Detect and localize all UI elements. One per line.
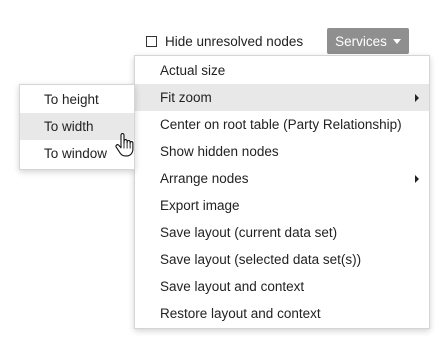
graph-toolbar: Hide unresolved nodes Services bbox=[146, 27, 410, 55]
menu-item-label: Center on root table (Party Relationship… bbox=[160, 117, 402, 132]
services-menu: Actual size Fit zoom Center on root tabl… bbox=[134, 55, 430, 329]
submenu-item-label: To height bbox=[44, 92, 99, 107]
submenu-item-label: To window bbox=[44, 146, 108, 161]
hand-pointer-icon bbox=[115, 133, 134, 157]
submenu-item-label: To width bbox=[44, 119, 94, 134]
menu-item-label: Show hidden nodes bbox=[160, 144, 279, 159]
hide-unresolved-label: Hide unresolved nodes bbox=[165, 33, 304, 49]
menu-item-fit-zoom[interactable]: Fit zoom bbox=[135, 84, 429, 111]
menu-item-label: Save layout (current data set) bbox=[160, 225, 338, 240]
menu-item-label: Arrange nodes bbox=[160, 171, 249, 186]
menu-item-save-layout-context[interactable]: Save layout and context bbox=[135, 273, 429, 300]
menu-item-actual-size[interactable]: Actual size bbox=[135, 57, 429, 84]
menu-item-save-layout-selected[interactable]: Save layout (selected data set(s)) bbox=[135, 246, 429, 273]
menu-item-show-hidden-nodes[interactable]: Show hidden nodes bbox=[135, 138, 429, 165]
menu-item-restore-layout-context[interactable]: Restore layout and context bbox=[135, 300, 429, 327]
submenu-item-to-height[interactable]: To height bbox=[20, 86, 134, 113]
caret-down-icon bbox=[392, 38, 401, 44]
menu-item-label: Actual size bbox=[160, 63, 226, 78]
menu-item-arrange-nodes[interactable]: Arrange nodes bbox=[135, 165, 429, 192]
services-button-label: Services bbox=[335, 33, 387, 49]
menu-item-label: Save layout (selected data set(s)) bbox=[160, 252, 362, 267]
menu-item-label: Export image bbox=[160, 198, 240, 213]
menu-item-center-on-root[interactable]: Center on root table (Party Relationship… bbox=[135, 111, 429, 138]
chevron-right-icon bbox=[415, 175, 419, 183]
hide-unresolved-checkbox[interactable] bbox=[146, 35, 157, 47]
menu-item-label: Restore layout and context bbox=[160, 306, 321, 321]
menu-item-save-layout-current[interactable]: Save layout (current data set) bbox=[135, 219, 429, 246]
chevron-right-icon bbox=[415, 94, 419, 102]
services-button[interactable]: Services bbox=[327, 28, 409, 54]
menu-item-export-image[interactable]: Export image bbox=[135, 192, 429, 219]
menu-item-label: Save layout and context bbox=[160, 279, 305, 294]
menu-item-label: Fit zoom bbox=[160, 90, 212, 105]
graph-view: Hide unresolved nodes Services Actual si… bbox=[0, 0, 436, 337]
hide-unresolved-toggle[interactable]: Hide unresolved nodes bbox=[146, 34, 303, 49]
